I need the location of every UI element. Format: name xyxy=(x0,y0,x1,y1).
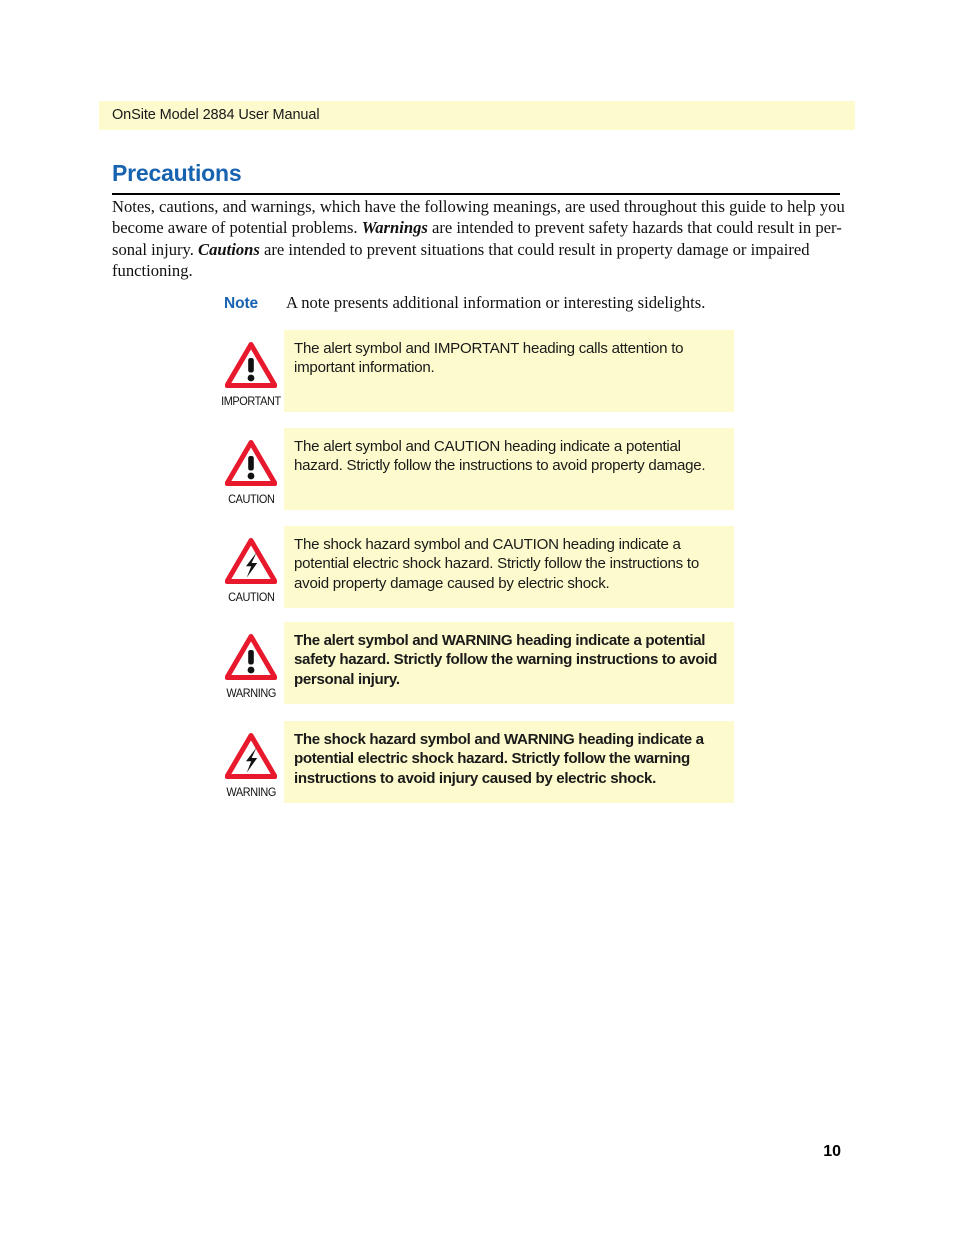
alert-block-important-0: IMPORTANT The alert symbol and IMPORTANT … xyxy=(218,330,734,412)
alert-block-caution-2: CAUTION The shock hazard symbol and CAUTI… xyxy=(218,526,734,608)
shock-hazard-triangle-icon xyxy=(224,733,278,779)
alert-message: The alert symbol and IMPORTANT heading c… xyxy=(294,340,684,377)
alert-symbol-column: IMPORTANT xyxy=(218,330,284,408)
alert-body: The shock hazard symbol and CAUTION head… xyxy=(284,526,734,608)
alert-symbol-column: CAUTION xyxy=(218,526,284,604)
alert-block-warning-4: WARNING The shock hazard symbol and WARNI… xyxy=(218,721,734,803)
alert-symbol-label: CAUTION xyxy=(227,492,275,506)
alert-block-caution-1: CAUTION The alert symbol and CAUTION head… xyxy=(218,428,734,510)
alert-message: The shock hazard symbol and CAUTION head… xyxy=(294,536,699,592)
alert-symbol-label: CAUTION xyxy=(227,590,275,604)
alert-exclamation-triangle-icon xyxy=(224,634,278,685)
alert-symbol-column: WARNING xyxy=(218,622,284,700)
alert-exclamation-triangle-icon xyxy=(224,440,278,491)
alert-exclamation-triangle-icon xyxy=(224,634,278,680)
heading-divider xyxy=(112,193,840,195)
alert-exclamation-triangle-icon xyxy=(224,440,278,486)
alert-symbol-label: WARNING xyxy=(226,785,276,799)
alert-symbol-label: IMPORTANT xyxy=(221,394,281,408)
page-title: Precautions xyxy=(112,160,242,186)
note-row: Note A note presents additional informat… xyxy=(224,293,824,313)
alert-body: The alert symbol and CAUTION heading ind… xyxy=(284,428,734,510)
page-number: 10 xyxy=(823,1143,841,1160)
intro-emphasis-cautions: Cautions xyxy=(198,239,260,259)
running-header-band: OnSite Model 2884 User Manual xyxy=(99,101,855,130)
intro-emphasis-warnings: Warnings xyxy=(361,218,428,238)
alert-block-warning-3: WARNING The alert symbol and WARNING head… xyxy=(218,622,734,704)
shock-hazard-triangle-icon xyxy=(224,733,278,784)
alert-body: The alert symbol and IMPORTANT heading c… xyxy=(284,330,734,412)
alert-exclamation-triangle-icon xyxy=(224,342,278,388)
alert-symbol-column: CAUTION xyxy=(218,428,284,506)
intro-paragraph: Notes, cautions, and warnings, which hav… xyxy=(112,196,846,282)
alert-body: The alert symbol and WARNING heading ind… xyxy=(284,622,734,704)
alert-message: The shock hazard symbol and WARNING head… xyxy=(294,731,704,787)
shock-hazard-triangle-icon xyxy=(224,538,278,589)
alert-symbol-column: WARNING xyxy=(218,721,284,799)
alert-body: The shock hazard symbol and WARNING head… xyxy=(284,721,734,803)
alert-message: The alert symbol and CAUTION heading ind… xyxy=(294,438,706,475)
running-header-title: OnSite Model 2884 User Manual xyxy=(112,107,320,123)
alert-message: The alert symbol and WARNING heading ind… xyxy=(294,632,717,688)
note-text: A note presents additional information o… xyxy=(286,293,706,312)
alert-symbol-label: WARNING xyxy=(226,686,276,700)
alert-exclamation-triangle-icon xyxy=(224,342,278,393)
shock-hazard-triangle-icon xyxy=(224,538,278,584)
note-label: Note xyxy=(224,295,259,312)
